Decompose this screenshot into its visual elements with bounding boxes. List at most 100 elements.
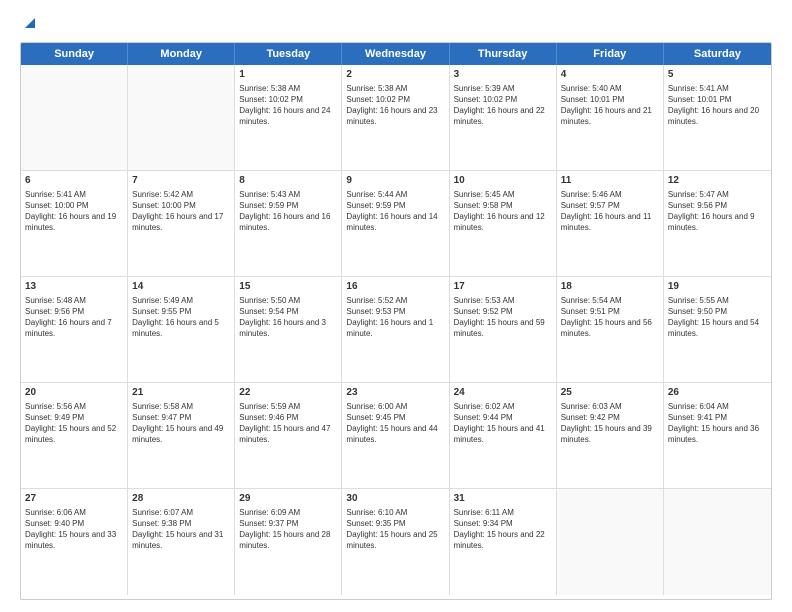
calendar-body: 1Sunrise: 5:38 AM Sunset: 10:02 PM Dayli… [21, 65, 771, 595]
day-info: Sunrise: 6:06 AM Sunset: 9:40 PM Dayligh… [25, 507, 123, 552]
week-row-3: 13Sunrise: 5:48 AM Sunset: 9:56 PM Dayli… [21, 277, 771, 383]
day-info: Sunrise: 5:50 AM Sunset: 9:54 PM Dayligh… [239, 295, 337, 340]
day-number: 29 [239, 492, 337, 506]
day-number: 7 [132, 174, 230, 188]
day-number: 25 [561, 386, 659, 400]
day-cell-25: 25Sunrise: 6:03 AM Sunset: 9:42 PM Dayli… [557, 383, 664, 488]
day-info: Sunrise: 5:41 AM Sunset: 10:00 PM Daylig… [25, 189, 123, 234]
day-cell-10: 10Sunrise: 5:45 AM Sunset: 9:58 PM Dayli… [450, 171, 557, 276]
day-cell-24: 24Sunrise: 6:02 AM Sunset: 9:44 PM Dayli… [450, 383, 557, 488]
day-cell-26: 26Sunrise: 6:04 AM Sunset: 9:41 PM Dayli… [664, 383, 771, 488]
day-number: 28 [132, 492, 230, 506]
day-number: 31 [454, 492, 552, 506]
day-cell-17: 17Sunrise: 5:53 AM Sunset: 9:52 PM Dayli… [450, 277, 557, 382]
header-day-thursday: Thursday [450, 43, 557, 65]
day-cell-30: 30Sunrise: 6:10 AM Sunset: 9:35 PM Dayli… [342, 489, 449, 595]
day-cell-31: 31Sunrise: 6:11 AM Sunset: 9:34 PM Dayli… [450, 489, 557, 595]
day-number: 8 [239, 174, 337, 188]
day-info: Sunrise: 5:43 AM Sunset: 9:59 PM Dayligh… [239, 189, 337, 234]
day-number: 23 [346, 386, 444, 400]
day-cell-8: 8Sunrise: 5:43 AM Sunset: 9:59 PM Daylig… [235, 171, 342, 276]
week-row-1: 1Sunrise: 5:38 AM Sunset: 10:02 PM Dayli… [21, 65, 771, 171]
day-cell-27: 27Sunrise: 6:06 AM Sunset: 9:40 PM Dayli… [21, 489, 128, 595]
day-cell-12: 12Sunrise: 5:47 AM Sunset: 9:56 PM Dayli… [664, 171, 771, 276]
day-info: Sunrise: 5:39 AM Sunset: 10:02 PM Daylig… [454, 83, 552, 128]
empty-cell [664, 489, 771, 595]
day-info: Sunrise: 5:54 AM Sunset: 9:51 PM Dayligh… [561, 295, 659, 340]
week-row-2: 6Sunrise: 5:41 AM Sunset: 10:00 PM Dayli… [21, 171, 771, 277]
day-cell-5: 5Sunrise: 5:41 AM Sunset: 10:01 PM Dayli… [664, 65, 771, 170]
header-day-tuesday: Tuesday [235, 43, 342, 65]
day-number: 18 [561, 280, 659, 294]
day-info: Sunrise: 5:44 AM Sunset: 9:59 PM Dayligh… [346, 189, 444, 234]
day-number: 24 [454, 386, 552, 400]
day-number: 30 [346, 492, 444, 506]
day-info: Sunrise: 6:04 AM Sunset: 9:41 PM Dayligh… [668, 401, 767, 446]
day-info: Sunrise: 5:46 AM Sunset: 9:57 PM Dayligh… [561, 189, 659, 234]
day-number: 17 [454, 280, 552, 294]
day-info: Sunrise: 6:10 AM Sunset: 9:35 PM Dayligh… [346, 507, 444, 552]
day-info: Sunrise: 5:48 AM Sunset: 9:56 PM Dayligh… [25, 295, 123, 340]
logo [20, 16, 39, 32]
day-info: Sunrise: 6:03 AM Sunset: 9:42 PM Dayligh… [561, 401, 659, 446]
day-cell-16: 16Sunrise: 5:52 AM Sunset: 9:53 PM Dayli… [342, 277, 449, 382]
day-cell-15: 15Sunrise: 5:50 AM Sunset: 9:54 PM Dayli… [235, 277, 342, 382]
day-info: Sunrise: 5:41 AM Sunset: 10:01 PM Daylig… [668, 83, 767, 128]
day-cell-14: 14Sunrise: 5:49 AM Sunset: 9:55 PM Dayli… [128, 277, 235, 382]
day-number: 21 [132, 386, 230, 400]
header-day-sunday: Sunday [21, 43, 128, 65]
empty-cell [21, 65, 128, 170]
day-cell-21: 21Sunrise: 5:58 AM Sunset: 9:47 PM Dayli… [128, 383, 235, 488]
day-number: 14 [132, 280, 230, 294]
day-cell-9: 9Sunrise: 5:44 AM Sunset: 9:59 PM Daylig… [342, 171, 449, 276]
day-info: Sunrise: 5:56 AM Sunset: 9:49 PM Dayligh… [25, 401, 123, 446]
empty-cell [557, 489, 664, 595]
day-number: 20 [25, 386, 123, 400]
day-cell-23: 23Sunrise: 6:00 AM Sunset: 9:45 PM Dayli… [342, 383, 449, 488]
header-day-wednesday: Wednesday [342, 43, 449, 65]
day-info: Sunrise: 5:38 AM Sunset: 10:02 PM Daylig… [346, 83, 444, 128]
day-number: 10 [454, 174, 552, 188]
day-info: Sunrise: 5:49 AM Sunset: 9:55 PM Dayligh… [132, 295, 230, 340]
calendar-header: SundayMondayTuesdayWednesdayThursdayFrid… [21, 43, 771, 65]
day-cell-6: 6Sunrise: 5:41 AM Sunset: 10:00 PM Dayli… [21, 171, 128, 276]
day-number: 9 [346, 174, 444, 188]
day-info: Sunrise: 5:55 AM Sunset: 9:50 PM Dayligh… [668, 295, 767, 340]
header [20, 16, 772, 32]
day-cell-18: 18Sunrise: 5:54 AM Sunset: 9:51 PM Dayli… [557, 277, 664, 382]
page: SundayMondayTuesdayWednesdayThursdayFrid… [0, 0, 792, 612]
day-cell-3: 3Sunrise: 5:39 AM Sunset: 10:02 PM Dayli… [450, 65, 557, 170]
day-cell-13: 13Sunrise: 5:48 AM Sunset: 9:56 PM Dayli… [21, 277, 128, 382]
day-cell-28: 28Sunrise: 6:07 AM Sunset: 9:38 PM Dayli… [128, 489, 235, 595]
day-cell-29: 29Sunrise: 6:09 AM Sunset: 9:37 PM Dayli… [235, 489, 342, 595]
day-number: 26 [668, 386, 767, 400]
day-number: 11 [561, 174, 659, 188]
day-cell-2: 2Sunrise: 5:38 AM Sunset: 10:02 PM Dayli… [342, 65, 449, 170]
day-number: 16 [346, 280, 444, 294]
day-info: Sunrise: 5:59 AM Sunset: 9:46 PM Dayligh… [239, 401, 337, 446]
day-number: 2 [346, 68, 444, 82]
day-info: Sunrise: 5:58 AM Sunset: 9:47 PM Dayligh… [132, 401, 230, 446]
day-info: Sunrise: 5:47 AM Sunset: 9:56 PM Dayligh… [668, 189, 767, 234]
day-number: 4 [561, 68, 659, 82]
day-info: Sunrise: 5:52 AM Sunset: 9:53 PM Dayligh… [346, 295, 444, 340]
day-number: 15 [239, 280, 337, 294]
day-info: Sunrise: 5:42 AM Sunset: 10:00 PM Daylig… [132, 189, 230, 234]
logo-icon [21, 14, 39, 32]
day-cell-11: 11Sunrise: 5:46 AM Sunset: 9:57 PM Dayli… [557, 171, 664, 276]
day-info: Sunrise: 6:02 AM Sunset: 9:44 PM Dayligh… [454, 401, 552, 446]
header-day-friday: Friday [557, 43, 664, 65]
day-number: 19 [668, 280, 767, 294]
day-number: 1 [239, 68, 337, 82]
day-cell-20: 20Sunrise: 5:56 AM Sunset: 9:49 PM Dayli… [21, 383, 128, 488]
day-info: Sunrise: 6:11 AM Sunset: 9:34 PM Dayligh… [454, 507, 552, 552]
header-day-saturday: Saturday [664, 43, 771, 65]
day-number: 3 [454, 68, 552, 82]
day-cell-7: 7Sunrise: 5:42 AM Sunset: 10:00 PM Dayli… [128, 171, 235, 276]
day-cell-19: 19Sunrise: 5:55 AM Sunset: 9:50 PM Dayli… [664, 277, 771, 382]
day-info: Sunrise: 6:07 AM Sunset: 9:38 PM Dayligh… [132, 507, 230, 552]
day-cell-1: 1Sunrise: 5:38 AM Sunset: 10:02 PM Dayli… [235, 65, 342, 170]
week-row-4: 20Sunrise: 5:56 AM Sunset: 9:49 PM Dayli… [21, 383, 771, 489]
header-day-monday: Monday [128, 43, 235, 65]
day-info: Sunrise: 5:38 AM Sunset: 10:02 PM Daylig… [239, 83, 337, 128]
